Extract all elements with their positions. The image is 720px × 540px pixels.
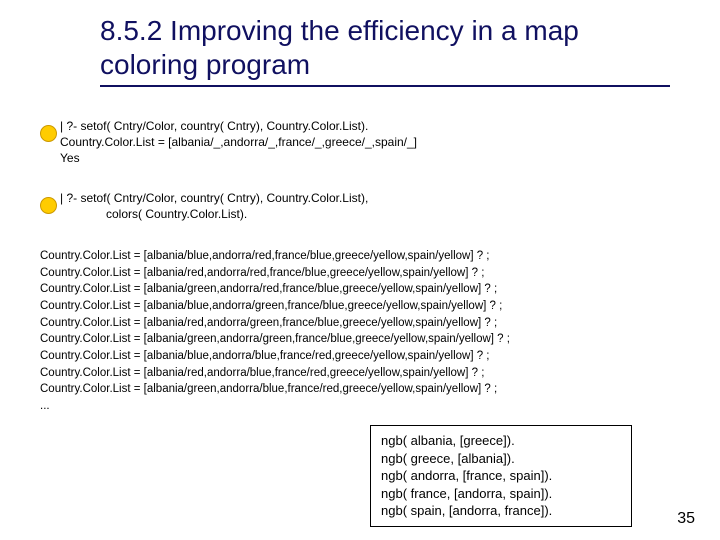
result-line: Country.Color.List = [albania/green,ando… bbox=[40, 381, 510, 398]
query-block-2: | ?- setof( Cntry/Color, country( Cntry)… bbox=[60, 190, 368, 222]
result-line: Country.Color.List = [albania/blue,andor… bbox=[40, 248, 510, 265]
result-line: Country.Color.List = [albania/green,ando… bbox=[40, 281, 510, 298]
result-line: Country.Color.List = [albania/red,andorr… bbox=[40, 365, 510, 382]
query1-line2: Country.Color.List = [albania/_,andorra/… bbox=[60, 134, 417, 150]
results-list: Country.Color.List = [albania/blue,andor… bbox=[40, 248, 510, 415]
title-block: 8.5.2 Improving the efficiency in a map … bbox=[100, 14, 670, 87]
query1-line1: | ?- setof( Cntry/Color, country( Cntry)… bbox=[60, 119, 368, 133]
query2-line1: | ?- setof( Cntry/Color, country( Cntry)… bbox=[60, 191, 368, 205]
result-line: Country.Color.List = [albania/blue,andor… bbox=[40, 348, 510, 365]
result-line: Country.Color.List = [albania/red,andorr… bbox=[40, 265, 510, 282]
result-line: Country.Color.List = [albania/green,ando… bbox=[40, 331, 510, 348]
ngb-line: ngb( albania, [greece]). bbox=[381, 432, 621, 450]
query1-line3: Yes bbox=[60, 150, 417, 166]
slide-title: 8.5.2 Improving the efficiency in a map … bbox=[100, 14, 670, 81]
bullet-icon bbox=[40, 197, 57, 214]
result-line: Country.Color.List = [albania/blue,andor… bbox=[40, 298, 510, 315]
page-number: 35 bbox=[677, 510, 695, 528]
ngb-line: ngb( greece, [albania]). bbox=[381, 450, 621, 468]
ngb-line: ngb( andorra, [france, spain]). bbox=[381, 467, 621, 485]
ngb-facts-box: ngb( albania, [greece]). ngb( greece, [a… bbox=[370, 425, 632, 527]
query-block-1: | ?- setof( Cntry/Color, country( Cntry)… bbox=[60, 118, 417, 167]
ngb-line: ngb( spain, [andorra, france]). bbox=[381, 502, 621, 520]
bullet-icon bbox=[40, 125, 57, 142]
result-line: Country.Color.List = [albania/red,andorr… bbox=[40, 315, 510, 332]
query2-line2: colors( Country.Color.List). bbox=[60, 206, 368, 222]
result-line: ... bbox=[40, 398, 510, 415]
slide: 8.5.2 Improving the efficiency in a map … bbox=[0, 0, 720, 540]
ngb-line: ngb( france, [andorra, spain]). bbox=[381, 485, 621, 503]
